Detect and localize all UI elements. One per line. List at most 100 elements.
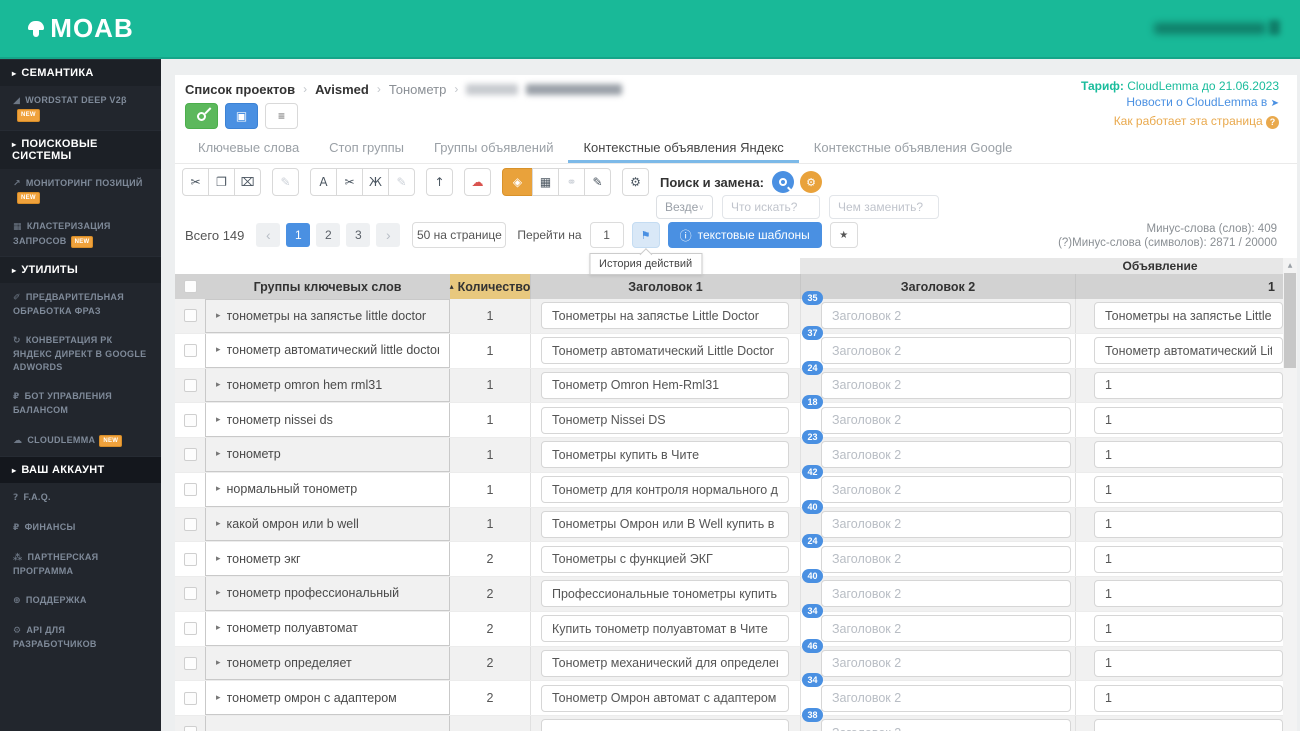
row-checkbox[interactable] — [183, 622, 197, 636]
text1-input[interactable] — [1094, 719, 1283, 731]
headline2-input[interactable] — [821, 337, 1071, 365]
history-button[interactable]: ⚑ История действий — [589, 222, 703, 275]
grid-button[interactable]: ▦ — [532, 168, 559, 196]
headline1-input[interactable] — [541, 302, 789, 330]
text1-input[interactable] — [1094, 684, 1283, 712]
text1-input[interactable] — [1094, 580, 1283, 608]
search-find-input[interactable] — [722, 195, 820, 219]
gear-button[interactable]: ⚙ — [622, 168, 649, 196]
trash-button[interactable]: ⌧ — [234, 168, 261, 196]
headline1-input[interactable] — [541, 545, 789, 573]
row-checkbox[interactable] — [183, 691, 197, 705]
text1-input[interactable] — [1094, 406, 1283, 434]
bug-button[interactable]: Ж — [362, 168, 389, 196]
tab-1[interactable]: Стоп группы — [314, 135, 419, 163]
breadcrumb-campaign[interactable]: Тонометр — [389, 82, 446, 97]
keyword-group-cell[interactable]: ▸ тонометр профессиональный — [205, 577, 450, 611]
row-checkbox[interactable] — [183, 378, 197, 392]
text1-input[interactable] — [1094, 545, 1283, 573]
tab-3[interactable]: Контекстные объявления Яндекс — [568, 135, 799, 163]
sidebar-section[interactable]: ▸ ВАШ АККАУНТ — [0, 455, 161, 483]
headline2-input[interactable] — [821, 545, 1071, 573]
help-link[interactable]: Как работает эта страница ? — [1081, 113, 1279, 129]
keyword-group-cell[interactable]: ▸ тонометр — [205, 438, 450, 472]
diamond-button[interactable]: ◈ — [502, 168, 533, 196]
headline2-input[interactable] — [821, 684, 1071, 712]
keyword-group-cell[interactable]: ▸ тонометр определяет — [205, 646, 450, 681]
sidebar-section[interactable]: ▸ УТИЛИТЫ — [0, 256, 161, 284]
keyword-group-cell[interactable]: ▸ тонометр nissei ds — [205, 403, 450, 437]
search-settings-button[interactable]: ⚙ — [800, 171, 823, 193]
headline1-input[interactable] — [541, 371, 789, 399]
row-checkbox[interactable] — [183, 726, 197, 731]
sidebar-item[interactable]: ⊕ ПОДДЕРЖКА — [0, 586, 161, 616]
keyword-group-cell[interactable]: ▸ тонометр автоматический little doctor — [205, 333, 450, 368]
menu-button[interactable]: ≡ — [265, 103, 298, 129]
keyword-group-cell[interactable]: ▸ тонометр omron hem rml31 — [205, 368, 450, 403]
tab-4[interactable]: Контекстные объявления Google — [799, 135, 1028, 163]
keyword-group-cell[interactable]: ▸ тонометр полуавтомат — [205, 611, 450, 646]
page-button-1[interactable]: 1 — [286, 223, 311, 247]
scissors-button[interactable]: ✂ — [336, 168, 363, 196]
sidebar-item[interactable]: ₽ ФИНАНСЫ — [0, 513, 161, 543]
favorite-button[interactable]: ★ — [829, 222, 858, 248]
keyword-group-cell[interactable]: ▸ тонометр экг — [205, 542, 450, 576]
headline1-input[interactable] — [541, 441, 789, 469]
row-checkbox[interactable] — [183, 448, 197, 462]
text1-input[interactable] — [1094, 441, 1283, 469]
next-page-button[interactable]: › — [376, 223, 401, 247]
sidebar-item[interactable]: ₽ БОТ УПРАВЛЕНИЯ БАЛАНСОМ — [0, 382, 161, 425]
cloud-download-button[interactable]: ☁ — [464, 168, 491, 196]
headline1-input[interactable] — [541, 476, 789, 504]
page-button-3[interactable]: 3 — [346, 223, 371, 247]
headline1-input[interactable] — [541, 406, 789, 434]
text-templates-button[interactable]: ⓘ текстовые шаблоны — [667, 222, 822, 248]
text1-input[interactable] — [1094, 510, 1283, 538]
scrollbar-thumb[interactable] — [1284, 273, 1296, 368]
breadcrumb-project[interactable]: Avismed — [315, 82, 369, 97]
headline2-input[interactable] — [821, 580, 1071, 608]
sidebar-item[interactable]: ⁂ ПАРТНЕРСКАЯ ПРОГРАММА — [0, 543, 161, 586]
font-button[interactable]: A — [310, 168, 337, 196]
text1-input[interactable] — [1094, 302, 1283, 330]
vertical-scrollbar[interactable]: ▲ — [1283, 258, 1297, 731]
sidebar-section[interactable]: ▸ ПОИСКОВЫЕ СИСТЕМЫ — [0, 129, 161, 169]
keyword-group-cell[interactable] — [205, 716, 450, 731]
headline2-input[interactable] — [821, 406, 1071, 434]
headline1-input[interactable] — [541, 580, 789, 608]
search-replace-input[interactable] — [829, 195, 939, 219]
headline1-input[interactable] — [541, 684, 789, 712]
sidebar-item[interactable]: ◢ WORDSTAT DEEP V2β NEW — [0, 86, 161, 130]
logo[interactable]: MOAB — [0, 0, 161, 57]
upload-button[interactable]: ↑ — [426, 168, 453, 196]
sidebar-item[interactable]: ✐ ПРЕДВАРИТЕЛЬНАЯ ОБРАБОТКА ФРАЗ — [0, 283, 161, 326]
headline2-input[interactable] — [821, 510, 1071, 538]
breadcrumb-projects-link[interactable]: Список проектов — [185, 82, 295, 97]
prev-page-button[interactable]: ‹ — [256, 223, 281, 247]
keyword-group-cell[interactable]: ▸ тонометры на запястье little doctor — [205, 299, 450, 333]
keyword-group-cell[interactable]: ▸ тонометр омрон с адаптером — [205, 681, 450, 715]
compose-button[interactable]: ✎ — [584, 168, 611, 196]
save-button[interactable]: ▣ — [225, 103, 258, 129]
text1-input[interactable] — [1094, 371, 1283, 399]
text1-input[interactable] — [1094, 649, 1283, 677]
headline2-input[interactable] — [821, 302, 1071, 330]
sidebar-item[interactable]: ↻ КОНВЕРТАЦИЯ РК ЯНДЕКС ДИРЕКТ В GOOGLE A… — [0, 326, 161, 382]
row-checkbox[interactable] — [183, 656, 197, 670]
headline2-input[interactable] — [821, 371, 1071, 399]
headline1-input[interactable] — [541, 510, 789, 538]
headline1-input[interactable] — [541, 649, 789, 677]
cut-button[interactable]: ✂ — [182, 168, 209, 196]
select-all-checkbox[interactable] — [183, 280, 197, 293]
headline1-input[interactable] — [541, 719, 789, 731]
text1-input[interactable] — [1094, 615, 1283, 643]
sidebar-section[interactable]: ▸ СЕМАНТИКА — [0, 59, 161, 86]
tab-2[interactable]: Группы объявлений — [419, 135, 568, 163]
sidebar-item[interactable]: ▦ КЛАСТЕРИЗАЦИЯ ЗАПРОСОВ NEW — [0, 212, 161, 256]
headline2-input[interactable] — [821, 476, 1071, 504]
row-checkbox[interactable] — [183, 587, 197, 601]
row-checkbox[interactable] — [183, 413, 197, 427]
row-checkbox[interactable] — [183, 309, 197, 323]
headline2-input[interactable] — [821, 649, 1071, 677]
goto-page-input[interactable] — [589, 222, 624, 248]
